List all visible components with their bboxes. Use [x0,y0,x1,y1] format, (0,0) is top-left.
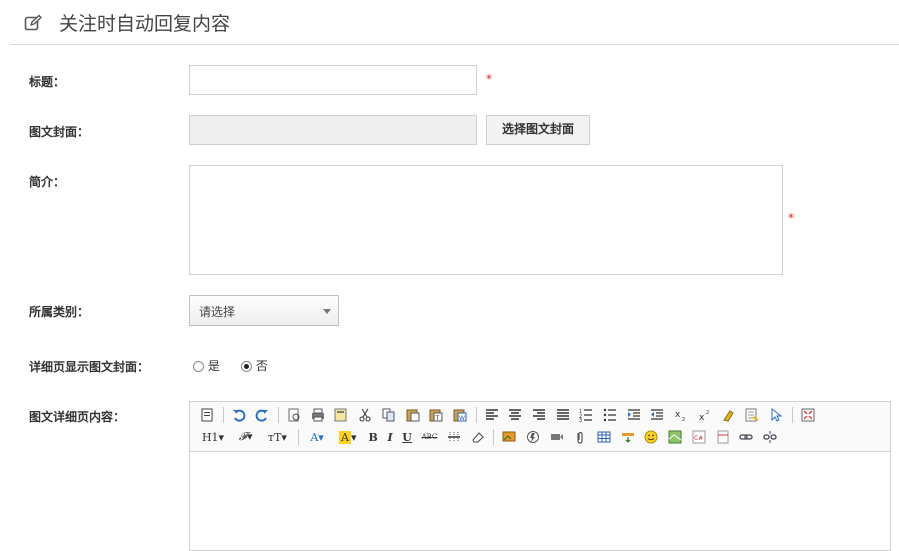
clear-format-icon[interactable] [719,406,737,424]
undo-icon[interactable] [230,406,248,424]
page-title: 关注时自动回复内容 [59,13,231,35]
show-cover-no-option[interactable]: 否 [241,357,268,374]
svg-text:2: 2 [706,410,709,416]
select-all-icon[interactable] [743,406,761,424]
unordered-list-icon[interactable] [601,406,619,424]
svg-text:W: W [459,415,465,422]
show-cover-label: 详细页显示图文封面： [29,360,150,374]
category-label: 所属类别： [29,305,90,319]
select-cover-button[interactable]: 选择图文封面 [486,115,590,145]
align-center-icon[interactable] [506,406,524,424]
svg-text:2: 2 [682,417,685,422]
editor-toolbar: T W 123 x2 x2 H1 ▾ 𝓕▾ ᴛT▾ A▾ A ▾ B I U A… [190,402,890,452]
svg-text:x: x [675,410,681,420]
toolbar-separator [298,429,300,445]
toolbar-row-1: T W 123 x2 x2 [198,405,822,425]
page-break-icon[interactable] [619,428,637,446]
emoticon-icon[interactable] [642,428,660,446]
svg-text:3: 3 [579,418,582,422]
svg-text:C#: C# [694,435,703,442]
edit-icon [24,14,42,31]
paste-icon[interactable] [404,406,422,424]
copy-icon[interactable] [380,406,398,424]
fullscreen-icon[interactable] [799,406,817,424]
underline-icon[interactable]: U [400,428,414,446]
cover-input [189,115,477,145]
page-header: 关注时自动回复内容 [10,0,899,45]
show-cover-yes-option[interactable]: 是 [193,357,220,374]
radio-yes[interactable] [193,361,204,372]
title-label: 标题： [29,75,66,89]
title-input[interactable] [189,65,477,95]
chevron-down-icon [323,309,331,314]
code-icon[interactable]: C# [690,428,708,446]
indent-icon[interactable] [625,406,643,424]
strikethrough-icon[interactable]: ABC [420,428,440,446]
toolbar-separator [791,407,793,423]
toolbar-separator [278,407,280,423]
preview-icon[interactable] [285,406,303,424]
anchor-icon[interactable] [714,428,732,446]
font-size-icon[interactable]: ᴛT▾ [263,428,291,446]
required-mark: * [486,72,492,86]
flash-icon[interactable] [524,428,542,446]
radio-no[interactable] [241,361,252,372]
editor-content-area[interactable] [190,452,890,550]
source-icon[interactable] [198,406,216,424]
paste-word-icon[interactable]: W [451,406,469,424]
font-family-icon[interactable]: 𝓕▾ [234,428,258,446]
attachment-icon[interactable] [571,428,589,446]
radio-no-label: 否 [255,359,268,373]
horizontal-rule-icon[interactable] [445,428,463,446]
align-left-icon[interactable] [483,406,501,424]
align-right-icon[interactable] [530,406,548,424]
heading-dropdown[interactable]: H1 ▾ [198,428,228,446]
content-label: 图文详细页内容： [29,410,126,424]
outdent-icon[interactable] [648,406,666,424]
text-color-icon[interactable]: A▾ [305,428,329,446]
print-icon[interactable] [309,406,327,424]
image-icon[interactable] [500,428,518,446]
italic-icon[interactable]: I [385,428,394,446]
link-icon[interactable] [737,428,755,446]
intro-textarea[interactable] [189,165,783,275]
redo-icon[interactable] [253,406,271,424]
select-icon[interactable] [767,406,785,424]
template-icon[interactable] [332,406,350,424]
superscript-icon[interactable]: x2 [696,406,714,424]
eraser-icon[interactable] [469,428,487,446]
heading-label: H1 [201,430,219,444]
ordered-list-icon[interactable]: 123 [577,406,595,424]
category-select[interactable]: 请选择 [189,295,339,326]
toolbar-separator [475,407,477,423]
media-icon[interactable] [548,428,566,446]
toolbar-row-2: H1 ▾ 𝓕▾ ᴛT▾ A▾ A ▾ B I U ABC C# [198,427,785,447]
cover-label: 图文封面： [29,125,90,139]
radio-yes-label: 是 [207,359,220,373]
subscript-icon[interactable]: x2 [672,406,690,424]
intro-label: 简介： [29,175,66,189]
justify-icon[interactable] [554,406,572,424]
bold-icon[interactable]: B [366,428,379,446]
toolbar-separator [222,407,224,423]
toolbar-separator [493,429,495,445]
cut-icon[interactable] [356,406,374,424]
unlink-icon[interactable] [761,428,779,446]
map-icon[interactable] [666,428,684,446]
svg-text:T: T [435,415,440,422]
required-mark: * [788,211,794,225]
table-icon[interactable] [595,428,613,446]
highlight-color-icon[interactable]: A ▾ [335,428,361,446]
rich-text-editor[interactable]: T W 123 x2 x2 H1 ▾ 𝓕▾ ᴛT▾ A▾ A ▾ B I U A… [189,401,891,551]
paste-text-icon[interactable]: T [427,406,445,424]
category-selected-value: 请选择 [199,305,236,319]
svg-text:x: x [699,413,705,422]
